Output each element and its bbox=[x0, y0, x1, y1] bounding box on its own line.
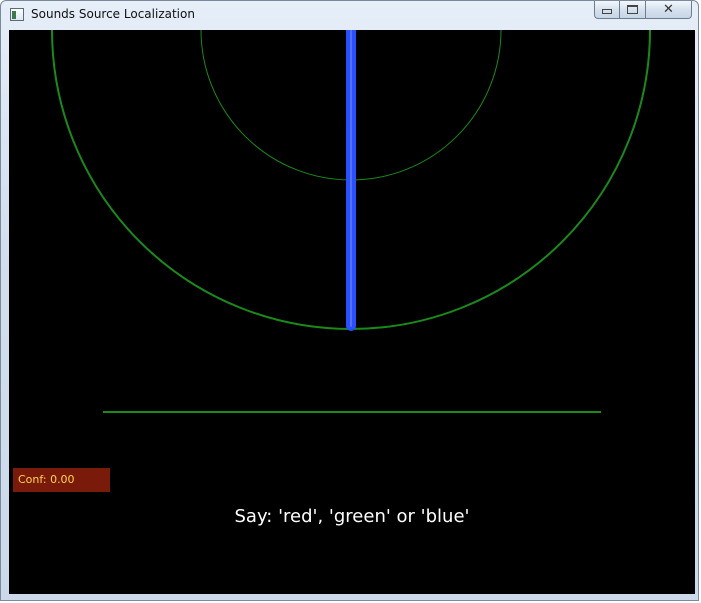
confidence-badge: Conf: 0.00 bbox=[13, 468, 110, 492]
localization-canvas: Conf: 0.00 Say: 'red', 'green' or 'blue' bbox=[9, 30, 695, 594]
minimize-icon bbox=[602, 9, 612, 14]
app-window: Sounds Source Localization ✕ Conf: 0.00 … bbox=[0, 0, 699, 601]
close-icon: ✕ bbox=[663, 2, 674, 17]
minimize-button[interactable] bbox=[594, 1, 620, 19]
app-window-icon[interactable] bbox=[10, 8, 24, 21]
restore-icon bbox=[627, 5, 638, 14]
speech-prompt: Say: 'red', 'green' or 'blue' bbox=[234, 506, 470, 527]
window-title: Sounds Source Localization bbox=[31, 7, 195, 21]
caption-buttons: ✕ bbox=[594, 1, 692, 20]
maximize-button[interactable] bbox=[620, 1, 646, 19]
close-button[interactable]: ✕ bbox=[646, 1, 692, 19]
title-bar[interactable]: Sounds Source Localization ✕ bbox=[1, 1, 698, 29]
